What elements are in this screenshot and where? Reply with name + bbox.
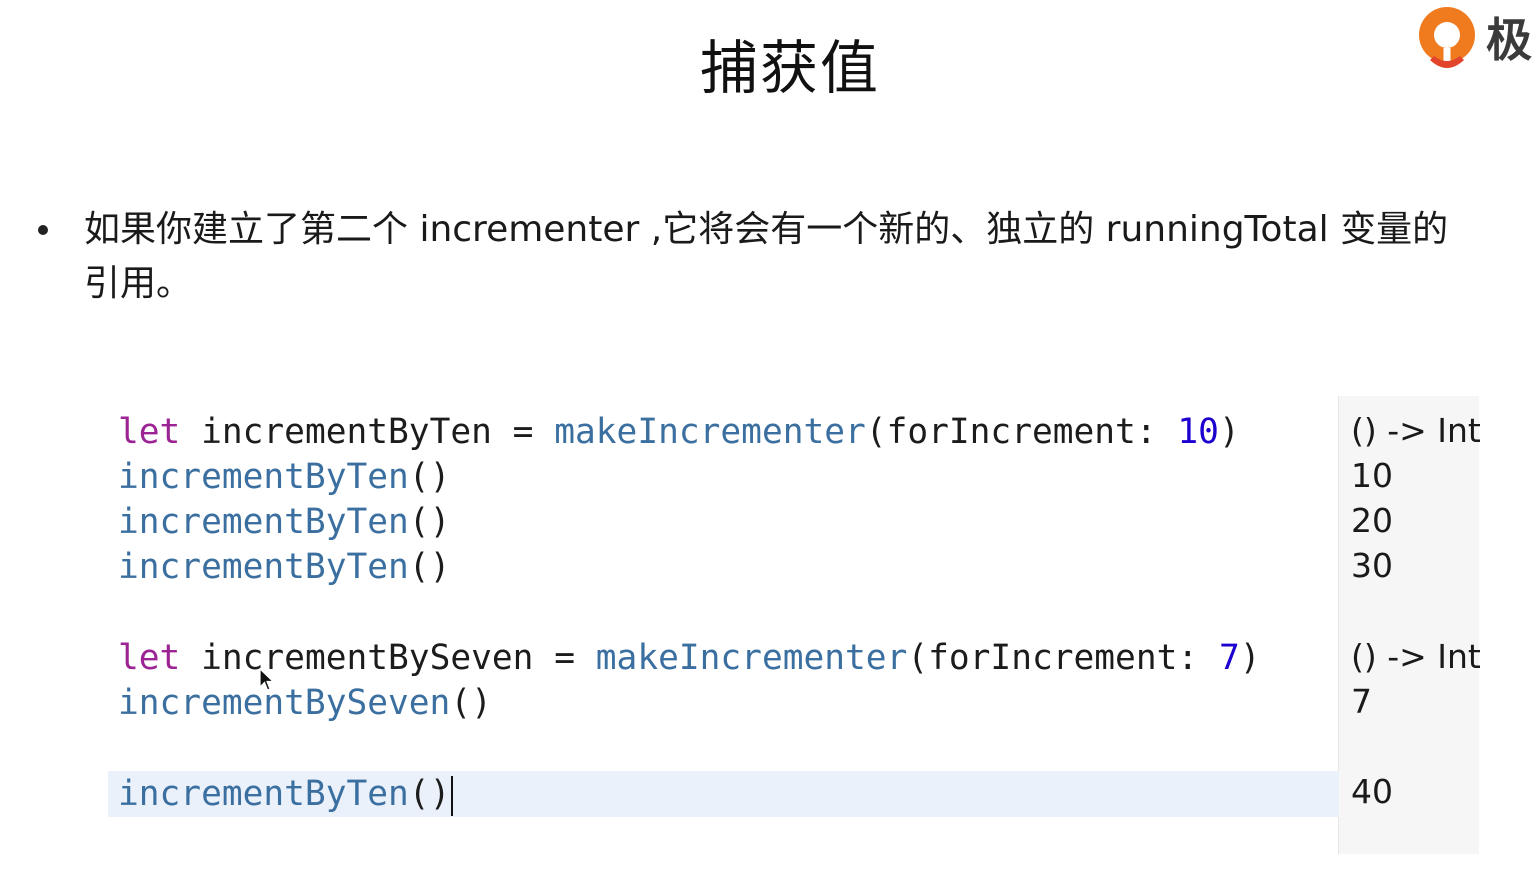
code-line[interactable]: incrementBySeven() bbox=[118, 680, 492, 726]
code-keyword: let bbox=[118, 638, 181, 678]
code-line[interactable]: let incrementBySeven = makeIncrementer(f… bbox=[118, 635, 1261, 681]
code-paren: () bbox=[408, 502, 451, 542]
code-paren: ) bbox=[1239, 638, 1261, 678]
code-number: 7 bbox=[1218, 638, 1240, 678]
code-paren: ( bbox=[865, 412, 887, 452]
code-identifier: incrementByTen bbox=[201, 412, 492, 452]
code-line[interactable]: let incrementByTen = makeIncrementer(for… bbox=[118, 409, 1240, 455]
code-function: incrementByTen bbox=[118, 502, 409, 542]
code-paren: () bbox=[408, 774, 451, 814]
bullet-dot-icon bbox=[38, 225, 48, 235]
code-operator: = bbox=[554, 638, 575, 678]
code-function: incrementBySeven bbox=[118, 683, 451, 723]
code-line[interactable]: incrementByTen() bbox=[118, 499, 450, 545]
code-param-label: forIncrement: bbox=[928, 638, 1199, 678]
result-value[interactable]: 7 bbox=[1351, 679, 1372, 725]
code-paren: () bbox=[450, 683, 492, 723]
code-line-current[interactable]: incrementByTen() bbox=[118, 771, 454, 817]
code-function: makeIncrementer bbox=[554, 412, 866, 452]
text-caret bbox=[451, 775, 454, 816]
result-value[interactable]: 40 bbox=[1351, 769, 1393, 815]
brand-logo: 极 bbox=[1416, 4, 1532, 76]
code-line[interactable]: incrementByTen() bbox=[118, 454, 450, 500]
code-paren: ( bbox=[907, 638, 929, 678]
result-value[interactable]: () -> Int bbox=[1351, 634, 1481, 680]
code-keyword: let bbox=[118, 412, 181, 452]
code-paren: ) bbox=[1218, 412, 1240, 452]
logo-text: 极 bbox=[1486, 13, 1532, 67]
code-function: incrementByTen bbox=[118, 457, 409, 497]
code-operator: = bbox=[512, 412, 534, 452]
bullet-text: 如果你建立了第二个 incrementer ,它将会有一个新的、独立的 runn… bbox=[84, 209, 1449, 304]
result-value[interactable]: 20 bbox=[1351, 498, 1393, 544]
code-paren: () bbox=[408, 547, 451, 587]
code-line[interactable]: incrementByTen() bbox=[118, 544, 450, 590]
code-function: incrementByTen bbox=[118, 774, 409, 814]
slide-title: 捕获值 bbox=[699, 34, 880, 102]
q-logo-icon bbox=[1416, 4, 1478, 76]
result-value[interactable]: () -> Int bbox=[1351, 408, 1481, 454]
code-identifier: incrementBySeven bbox=[201, 638, 534, 678]
code-function: makeIncrementer bbox=[595, 638, 908, 678]
code-paren: () bbox=[408, 457, 451, 497]
code-param-label: forIncrement: bbox=[886, 412, 1157, 452]
result-value[interactable]: 30 bbox=[1351, 543, 1393, 589]
code-function: incrementByTen bbox=[118, 547, 409, 587]
code-number: 10 bbox=[1177, 412, 1219, 452]
mouse-pointer-icon bbox=[259, 667, 275, 692]
result-value[interactable]: 10 bbox=[1351, 453, 1393, 499]
